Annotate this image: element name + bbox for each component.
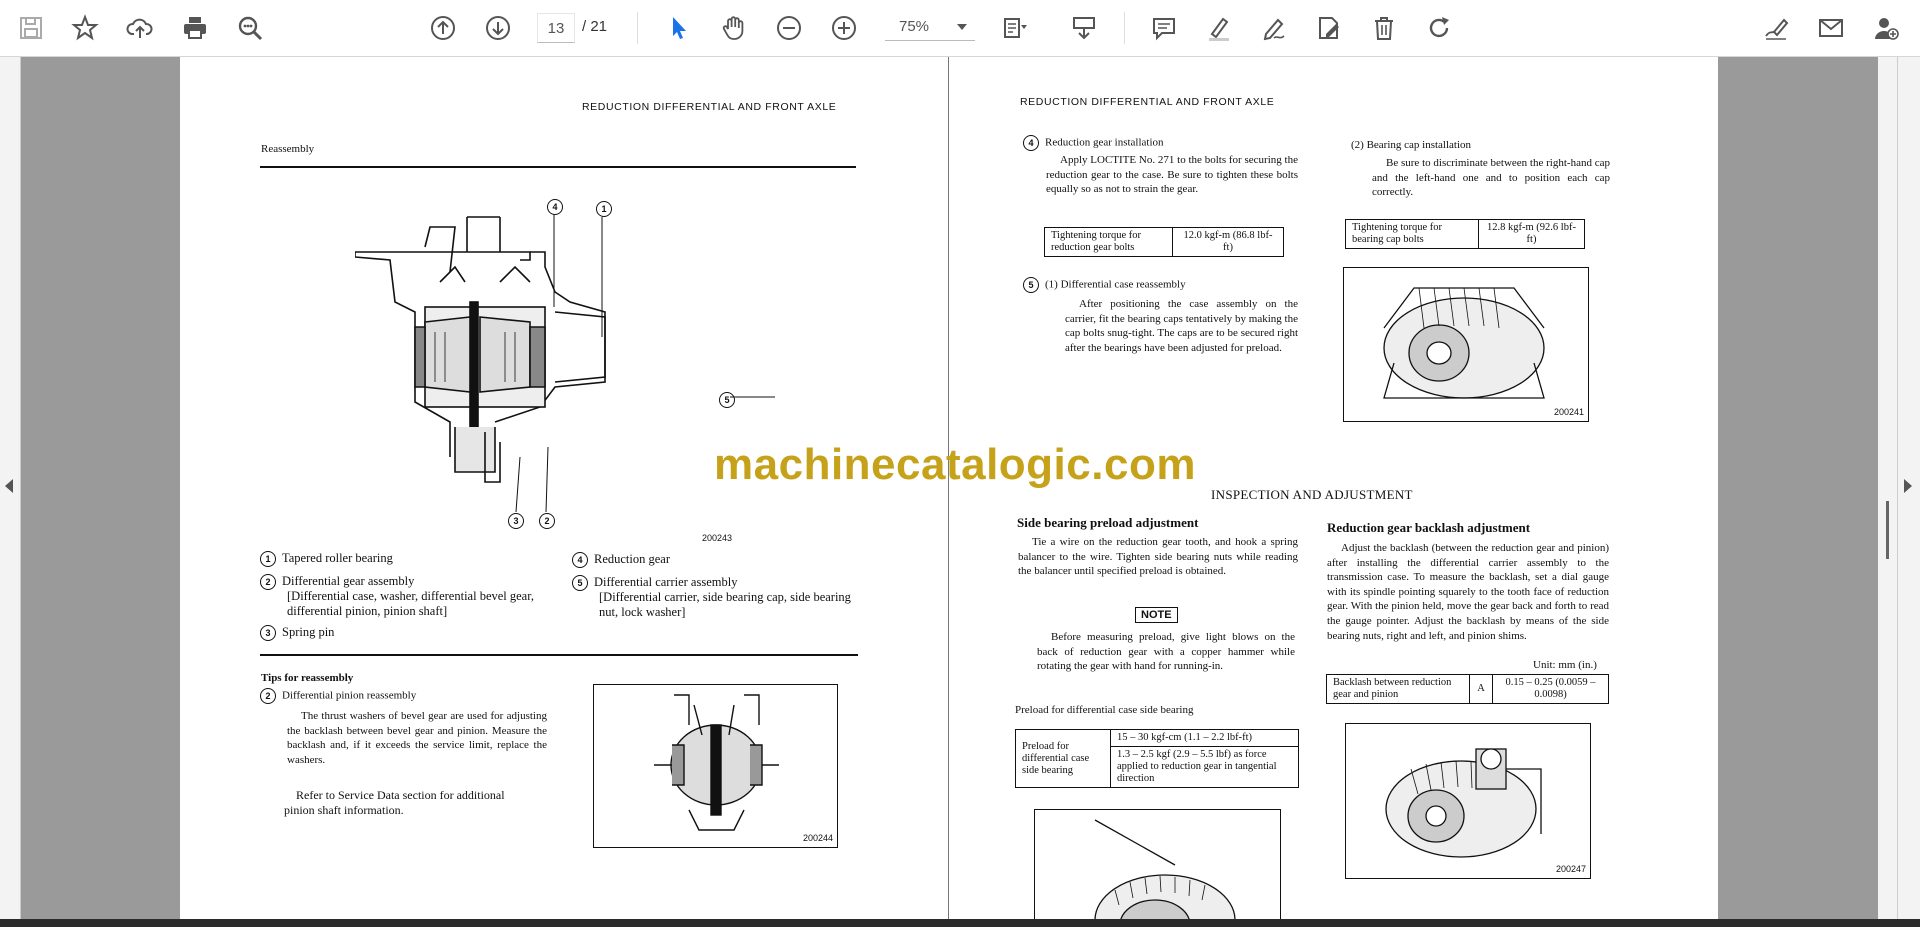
hand-icon[interactable] (716, 10, 752, 46)
rotate-icon[interactable] (1421, 10, 1457, 46)
spec-label: Preload for differential case side beari… (1015, 729, 1111, 788)
tips-heading: Tips for reassembly (261, 672, 354, 684)
spec-label: Tightening torque for reduction gear bol… (1044, 227, 1173, 257)
spec-value: 0.15 – 0.25 (0.0059 – 0.0098) (1492, 674, 1609, 704)
torque-spec-table-2: Tightening torque for bearing cap bolts 1… (1345, 219, 1585, 249)
tip-heading: 2 Differential pinion reassembly (260, 688, 416, 704)
expand-left-panel-icon[interactable] (5, 479, 13, 493)
side-bearing-body: Tie a wire on the reduction gear tooth, … (1018, 536, 1298, 578)
spec-label: Tightening torque for bearing cap bolts (1345, 219, 1479, 249)
bearing-cap-illustration (1383, 287, 1545, 399)
toolbar-divider (637, 12, 638, 44)
section-title: INSPECTION AND ADJUSTMENT (1211, 487, 1413, 502)
zoom-in-icon[interactable] (826, 10, 862, 46)
item-4-body: Apply LOCTITE No. 271 to the bolts for s… (1046, 154, 1298, 196)
watermark: machinecatalogic.com (714, 440, 1196, 489)
spec-value: 12.8 kgf-m (92.6 lbf-ft) (1478, 219, 1585, 249)
torque-spec-table-1: Tightening torque for reduction gear bol… (1044, 227, 1284, 257)
taskbar-strip (0, 919, 1920, 927)
section-heading: Reassembly (261, 143, 315, 155)
chevron-down-icon (957, 24, 967, 30)
divider (260, 166, 856, 168)
preload-measure-illustration (1094, 819, 1236, 919)
item-5-heading: 5 (1) Differential case reassembly (1023, 277, 1186, 293)
fit-page-icon[interactable] (996, 10, 1032, 46)
backlash-heading: Reduction gear backlash adjustment (1327, 520, 1531, 535)
spec-value: 15 – 30 kgf-cm (1.1 – 2.2 lbf-ft) (1110, 729, 1299, 747)
scrollbar-thumb[interactable] (1886, 501, 1889, 559)
legend-item-5: 5 Differential carrier assembly (572, 575, 737, 592)
figure-number: 200241 (1553, 407, 1584, 417)
preload-caption: Preload for differential case side beari… (1015, 704, 1194, 716)
bearing-cap-heading: (2) Bearing cap installation (1351, 139, 1472, 151)
note-badge: NOTE (1135, 607, 1178, 623)
legend-item-5-detail: [Differential carrier, side bearing cap,… (599, 590, 851, 619)
spec-value: 1.3 – 2.5 kgf (2.9 – 5.5 lbf) as force a… (1110, 746, 1299, 788)
backlash-gauge-illustration (1385, 748, 1542, 858)
preload-spec-table: Preload for differential case side beari… (1015, 729, 1299, 788)
expand-right-panel-icon[interactable] (1904, 479, 1912, 493)
page-total: / 21 (582, 18, 608, 35)
backlash-body: Adjust the backlash (between the reducti… (1327, 542, 1609, 642)
spec-label: Backlash between reduction gear and pini… (1326, 674, 1470, 704)
spec-value: 12.0 kgf-m (86.8 lbf-ft) (1172, 227, 1284, 257)
figure-number: 200244 (802, 833, 833, 843)
legend-item-2-detail: [Differential case, washer, differential… (287, 589, 535, 618)
edit-icon[interactable] (1311, 10, 1347, 46)
draw-icon[interactable] (1256, 10, 1292, 46)
zoom-value: 75% (899, 18, 930, 35)
page-number-input[interactable]: 13 (537, 13, 575, 43)
running-header: REDUCTION DIFFERENTIAL AND FRONT AXLE (1020, 96, 1275, 108)
account-icon[interactable] (1868, 10, 1904, 46)
highlight-icon[interactable] (1201, 10, 1237, 46)
figure-number: 200247 (1555, 864, 1586, 874)
figure-pinion-assembly: 200244 (593, 684, 838, 848)
toolbar: 13 / 21 75% (0, 0, 1920, 57)
page-down-icon[interactable] (480, 10, 516, 46)
tip-reference: Refer to Service Data section for additi… (284, 788, 505, 817)
trash-icon[interactable] (1366, 10, 1402, 46)
save-icon[interactable] (13, 10, 49, 46)
figure-bearing-cap: 200241 (1343, 267, 1589, 422)
select-cursor-icon[interactable] (661, 10, 697, 46)
sign-icon[interactable] (1758, 10, 1794, 46)
figure-backlash-gauge: 200247 (1345, 723, 1591, 879)
vertical-scrollbar[interactable] (1878, 57, 1897, 919)
side-bearing-heading: Side bearing preload adjustment (1017, 515, 1199, 530)
divider (260, 654, 858, 656)
mail-icon[interactable] (1813, 10, 1849, 46)
legend-item-4: 4 Reduction gear (572, 552, 670, 569)
item-5-body: After positioning the case assembly on t… (1065, 298, 1298, 354)
zoom-search-icon[interactable] (232, 10, 268, 46)
zoom-select[interactable]: 75% (885, 13, 975, 41)
page-up-icon[interactable] (425, 10, 461, 46)
note-body: Before measuring preload, give light blo… (1037, 631, 1295, 673)
scroll-mode-icon[interactable] (1066, 10, 1102, 46)
bearing-cap-body: Be sure to discriminate between the righ… (1372, 157, 1610, 199)
item-4-heading: 4 Reduction gear installation (1023, 135, 1164, 151)
star-icon[interactable] (67, 10, 103, 46)
legend-item-2: 2 Differential gear assembly (260, 574, 414, 591)
comment-icon[interactable] (1146, 10, 1182, 46)
cloud-upload-icon[interactable] (122, 10, 158, 46)
backlash-spec-table: Backlash between reduction gear and pini… (1326, 674, 1609, 704)
toolbar-divider (1124, 12, 1125, 44)
tip-body: The thrust washers of bevel gear are use… (287, 710, 547, 766)
legend-item-1: 1 Tapered roller bearing (260, 551, 393, 568)
zoom-out-icon[interactable] (771, 10, 807, 46)
figure-number: 200243 (702, 533, 733, 543)
spec-code: A (1469, 674, 1493, 704)
pinion-assembly-illustration (654, 694, 779, 831)
unit-label: Unit: mm (in.) (1533, 659, 1597, 671)
figure-preload-measure (1034, 809, 1281, 919)
running-header: REDUCTION DIFFERENTIAL AND FRONT AXLE (582, 101, 837, 113)
print-icon[interactable] (177, 10, 213, 46)
legend-item-3: 3 Spring pin (260, 625, 334, 642)
